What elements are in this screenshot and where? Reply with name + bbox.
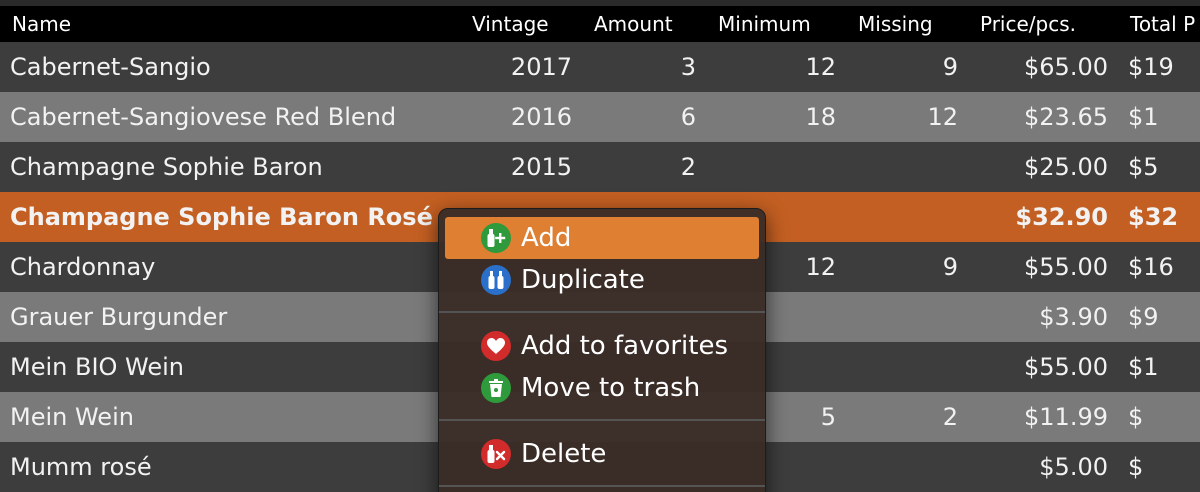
menu-separator [439, 419, 765, 421]
delete-bottle-icon [481, 439, 511, 469]
context-menu: Add Duplicate Add to favorites Move to t… [438, 208, 766, 492]
menu-item-duplicate-label: Duplicate [521, 265, 645, 295]
cell-price: $25.00 [1024, 153, 1108, 181]
menu-item-move-trash[interactable]: Move to trash [445, 367, 759, 409]
cell-total: $1 [1128, 103, 1159, 131]
cell-name: Cabernet-Sangio [10, 53, 211, 81]
cell-price: $3.90 [1039, 303, 1108, 331]
menu-item-delete[interactable]: Delete [445, 433, 759, 475]
cell-vintage: 2016 [510, 103, 572, 131]
cell-name: Grauer Burgunder [10, 303, 228, 331]
table-row[interactable]: Cabernet-Sangiovese Red Blend 2016 6 18 … [0, 92, 1200, 142]
menu-item-delete-label: Delete [521, 439, 607, 469]
table-row[interactable]: Cabernet-Sangio 2017 3 12 9 $65.00 $19 [0, 42, 1200, 92]
cell-missing [840, 142, 958, 192]
cell-price: $65.00 [1024, 53, 1108, 81]
cell-amount: 6 [680, 103, 696, 131]
cell-price: $55.00 [1024, 253, 1108, 281]
menu-item-add-favorites[interactable]: Add to favorites [445, 325, 759, 367]
cell-total: $32 [1128, 203, 1179, 231]
duplicate-bottles-icon [481, 265, 511, 295]
cell-total: $19 [1128, 53, 1174, 81]
cell-name: Mumm rosé [10, 453, 152, 481]
cell-name: Chardonnay [10, 253, 156, 281]
column-header-name[interactable]: Name [12, 6, 452, 42]
cell-missing: 9 [942, 53, 958, 81]
table-row[interactable]: Champagne Sophie Baron 2015 2 $25.00 $5 [0, 142, 1200, 192]
cell-minimum: 12 [805, 53, 836, 81]
cell-price: $32.90 [1015, 203, 1108, 231]
cell-name: Mein Wein [10, 403, 134, 431]
cell-total: $ [1128, 453, 1144, 481]
cell-missing [840, 442, 958, 492]
add-bottle-icon [481, 223, 511, 253]
cell-price: $55.00 [1024, 353, 1108, 381]
cell-amount: 2 [680, 153, 696, 181]
cell-missing: 2 [942, 403, 958, 431]
cell-minimum [700, 142, 836, 192]
menu-item-move-trash-label: Move to trash [521, 373, 701, 403]
column-header-amount[interactable]: Amount [594, 6, 673, 42]
cell-name: Champagne Sophie Baron Rosé [10, 203, 433, 231]
cell-vintage: 2017 [510, 53, 572, 81]
column-header-total[interactable]: Total P [1130, 6, 1195, 42]
trash-icon [481, 373, 511, 403]
cell-missing [840, 192, 958, 242]
cell-total: $9 [1128, 303, 1159, 331]
menu-item-add-label: Add [521, 223, 572, 253]
menu-item-duplicate[interactable]: Duplicate [445, 259, 759, 301]
heart-icon [481, 331, 511, 361]
cell-total: $1 [1128, 353, 1159, 381]
cell-amount: 3 [680, 53, 696, 81]
cell-price: $5.00 [1039, 453, 1108, 481]
column-header-price[interactable]: Price/pcs. [980, 6, 1076, 42]
cell-price: $11.99 [1024, 403, 1108, 431]
cell-name: Champagne Sophie Baron [10, 153, 323, 181]
cell-total: $5 [1128, 153, 1159, 181]
menu-separator [439, 311, 765, 313]
cell-missing: 9 [942, 253, 958, 281]
cell-missing: 12 [927, 103, 958, 131]
cell-name: Cabernet-Sangiovese Red Blend [10, 103, 397, 131]
cell-vintage: 2015 [510, 153, 572, 181]
menu-item-add[interactable]: Add [445, 217, 759, 259]
menu-separator [439, 485, 765, 487]
wine-table: Name Vintage Amount Minimum Missing Pric… [0, 0, 1200, 492]
column-header-minimum[interactable]: Minimum [718, 6, 811, 42]
cell-name: Mein BIO Wein [10, 353, 185, 381]
cell-price: $23.65 [1024, 103, 1108, 131]
cell-minimum: 18 [805, 103, 836, 131]
cell-missing [840, 342, 958, 392]
cell-total: $ [1128, 403, 1144, 431]
table-header: Name Vintage Amount Minimum Missing Pric… [0, 6, 1200, 42]
cell-missing [840, 292, 958, 342]
column-header-vintage[interactable]: Vintage [472, 6, 549, 42]
cell-total: $16 [1128, 253, 1174, 281]
column-header-missing[interactable]: Missing [858, 6, 933, 42]
menu-item-add-favorites-label: Add to favorites [521, 331, 728, 361]
